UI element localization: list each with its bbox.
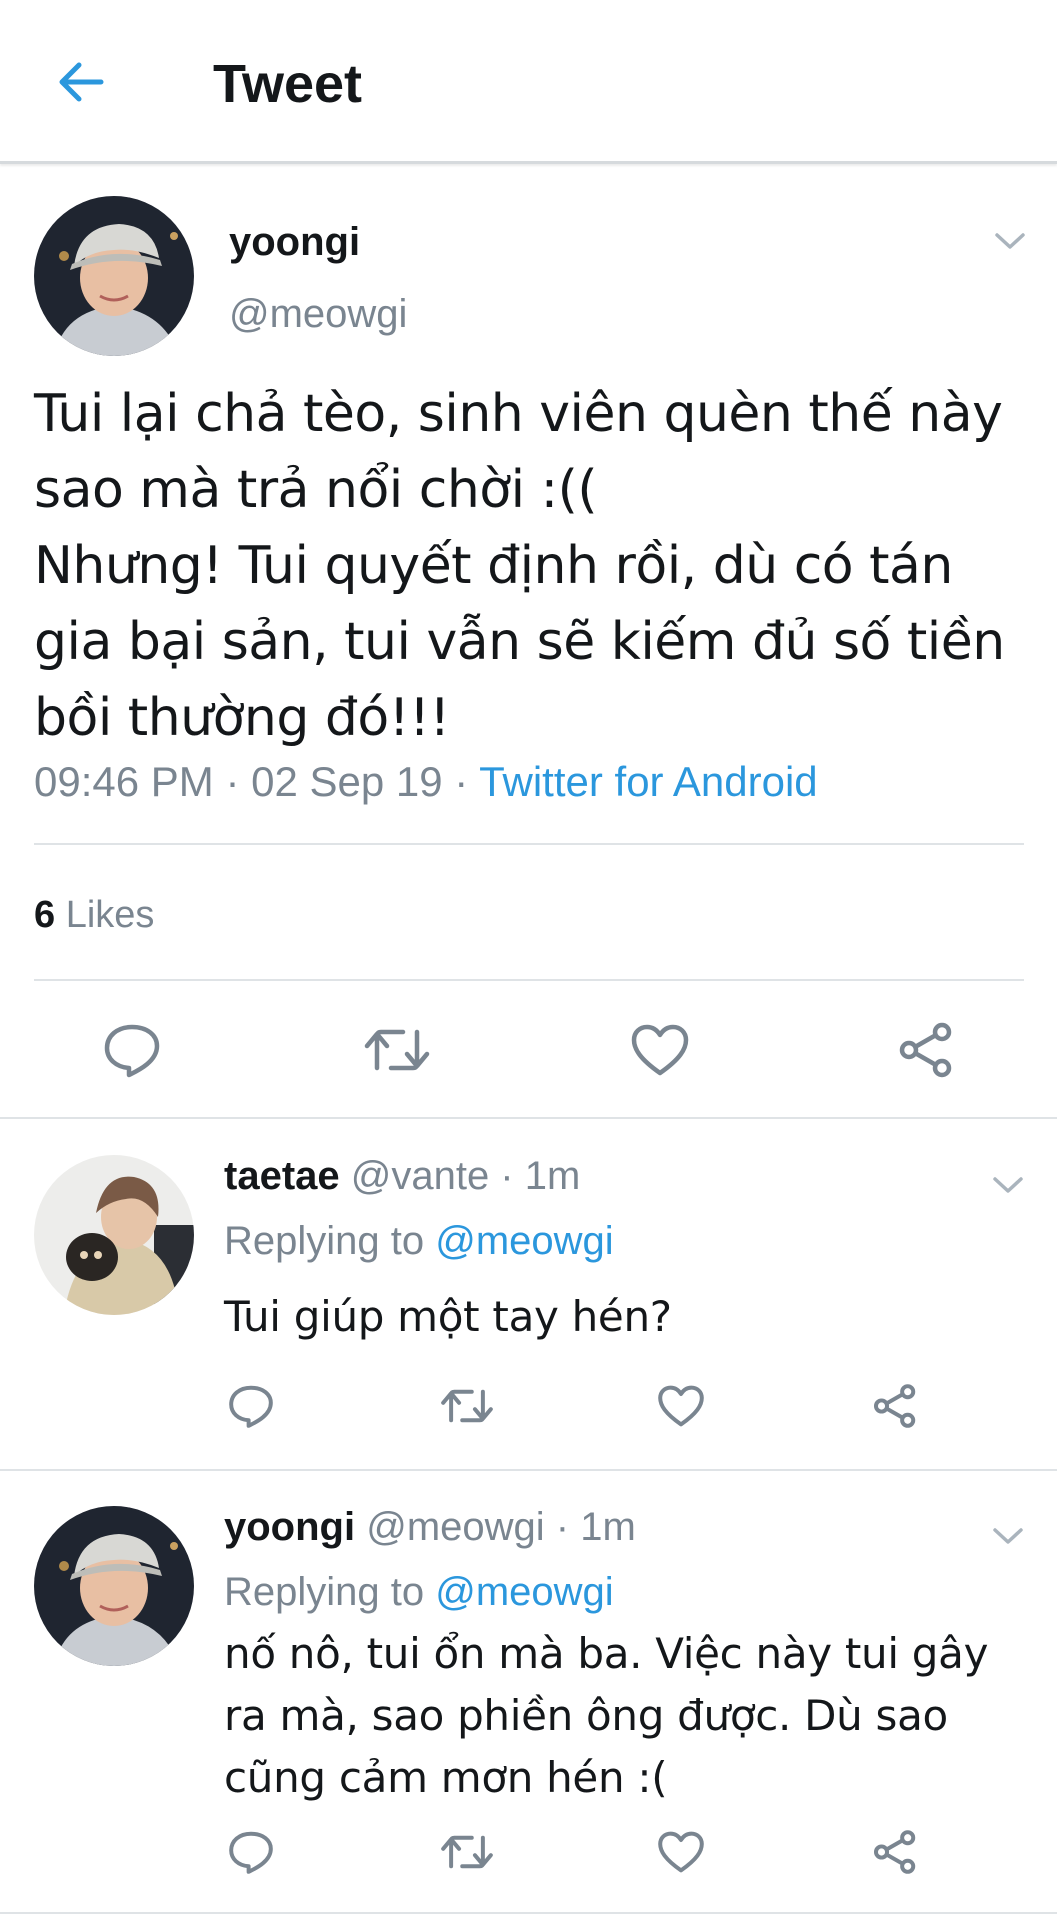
tweet-detail-page: Tweet yoongi @meowgi Tui lại chả tèo, si… (0, 0, 1057, 1920)
retweet-button[interactable] (438, 1826, 496, 1878)
like-button[interactable] (654, 1380, 708, 1432)
tweet-menu-button[interactable] (988, 1170, 1028, 1200)
reply-handle-time: @meowgi · 1m (355, 1505, 636, 1549)
heart-icon (658, 1385, 704, 1427)
share-button[interactable] (868, 1826, 922, 1878)
page-title: Tweet (213, 54, 363, 114)
tweet-timestamp: 09:46 PM · 02 Sep 19 · (34, 758, 480, 805)
reply-author-name[interactable]: taetae (224, 1154, 340, 1198)
avatar-image (34, 1506, 194, 1666)
divider (0, 1117, 1057, 1119)
replying-label: Replying to (224, 1570, 436, 1614)
share-icon (899, 1022, 952, 1078)
reply-header: yoongi @meowgi · 1m (224, 1503, 636, 1551)
avatar-image (34, 1155, 194, 1315)
top-app-bar: Tweet (0, 0, 1057, 164)
retweet-icon (364, 1029, 430, 1071)
retweet-icon (441, 1389, 493, 1423)
like-button[interactable] (654, 1826, 708, 1878)
avatar[interactable] (34, 1506, 194, 1666)
back-arrow-icon (59, 62, 104, 102)
share-button[interactable] (894, 1020, 958, 1080)
like-button[interactable] (628, 1020, 692, 1080)
mention-link[interactable]: @meowgi (435, 1219, 613, 1263)
likes-count: 6 (34, 894, 56, 936)
replying-to: Replying to @meowgi (224, 1568, 614, 1616)
divider (0, 1912, 1057, 1914)
reply-button[interactable] (224, 1826, 278, 1878)
likes-label: Likes (55, 894, 155, 936)
avatar[interactable] (34, 196, 194, 356)
author-name[interactable]: yoongi (229, 218, 360, 266)
heart-icon (658, 1831, 704, 1873)
divider (0, 1469, 1057, 1471)
tweet-menu-button[interactable] (988, 1521, 1028, 1551)
tweet-source-link[interactable]: Twitter for Android (479, 758, 817, 805)
reply-header: taetae @vante · 1m (224, 1152, 580, 1200)
retweet-button[interactable] (438, 1380, 496, 1432)
back-button[interactable] (50, 52, 110, 112)
reply-text: Tui giúp một tay hén? (224, 1292, 672, 1341)
heart-icon (631, 1024, 689, 1076)
share-button[interactable] (868, 1380, 922, 1432)
divider (34, 843, 1024, 845)
reply-icon (229, 1385, 273, 1428)
reply-icon (229, 1831, 273, 1874)
reply-text: nố nô, tui ổn mà ba. Việc này tui gây ra… (224, 1629, 989, 1802)
mention-link[interactable]: @meowgi (435, 1570, 613, 1614)
reply-icon (104, 1024, 160, 1078)
replying-to: Replying to @meowgi (224, 1217, 614, 1265)
replying-label: Replying to (224, 1219, 436, 1263)
retweet-button[interactable] (362, 1020, 432, 1080)
reply-button[interactable] (224, 1380, 278, 1432)
avatar[interactable] (34, 1155, 194, 1315)
author-handle[interactable]: @meowgi (229, 290, 407, 338)
share-icon (873, 1384, 916, 1428)
tweet-menu-button[interactable] (990, 226, 1030, 256)
retweet-icon (441, 1835, 493, 1869)
avatar-image (34, 196, 194, 356)
tweet-meta: 09:46 PM · 02 Sep 19 · Twitter for Andro… (34, 756, 818, 808)
chevron-down-icon (993, 1177, 1023, 1193)
reply-author-name[interactable]: yoongi (224, 1505, 355, 1549)
tweet-text: Tui lại chả tèo, sinh viên quèn thế này … (34, 384, 1005, 748)
share-icon (873, 1830, 916, 1874)
chevron-down-icon (993, 1528, 1023, 1544)
chevron-down-icon (995, 233, 1025, 249)
reply-button[interactable] (100, 1020, 164, 1080)
reply-handle-time: @vante · 1m (339, 1154, 581, 1198)
divider (34, 979, 1024, 981)
likes-summary[interactable]: 6 Likes (34, 892, 154, 938)
